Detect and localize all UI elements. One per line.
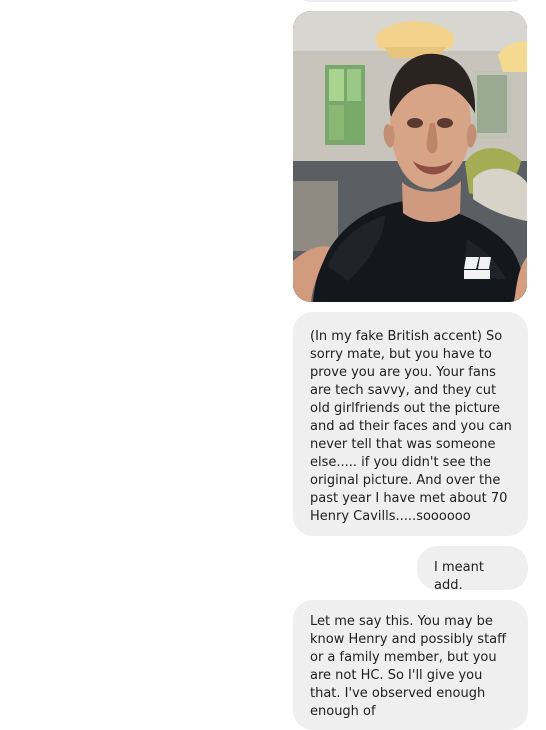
message-bubble-received[interactable]: I meant add.	[417, 546, 528, 593]
message-bubble-received[interactable]: (In my fake British accent) So sorry mat…	[293, 312, 528, 536]
message-text: Let me say this. You may be know Henry a…	[310, 614, 507, 719]
photo-message[interactable]	[293, 11, 527, 302]
message-text: (In my fake British accent) So sorry mat…	[310, 329, 512, 524]
previous-message-bubble-edge	[298, 0, 524, 2]
message-text: I meant add.	[434, 560, 484, 593]
person-photo-icon	[293, 11, 527, 302]
message-bubble-received[interactable]: Let me say this. You may be know Henry a…	[293, 600, 528, 730]
